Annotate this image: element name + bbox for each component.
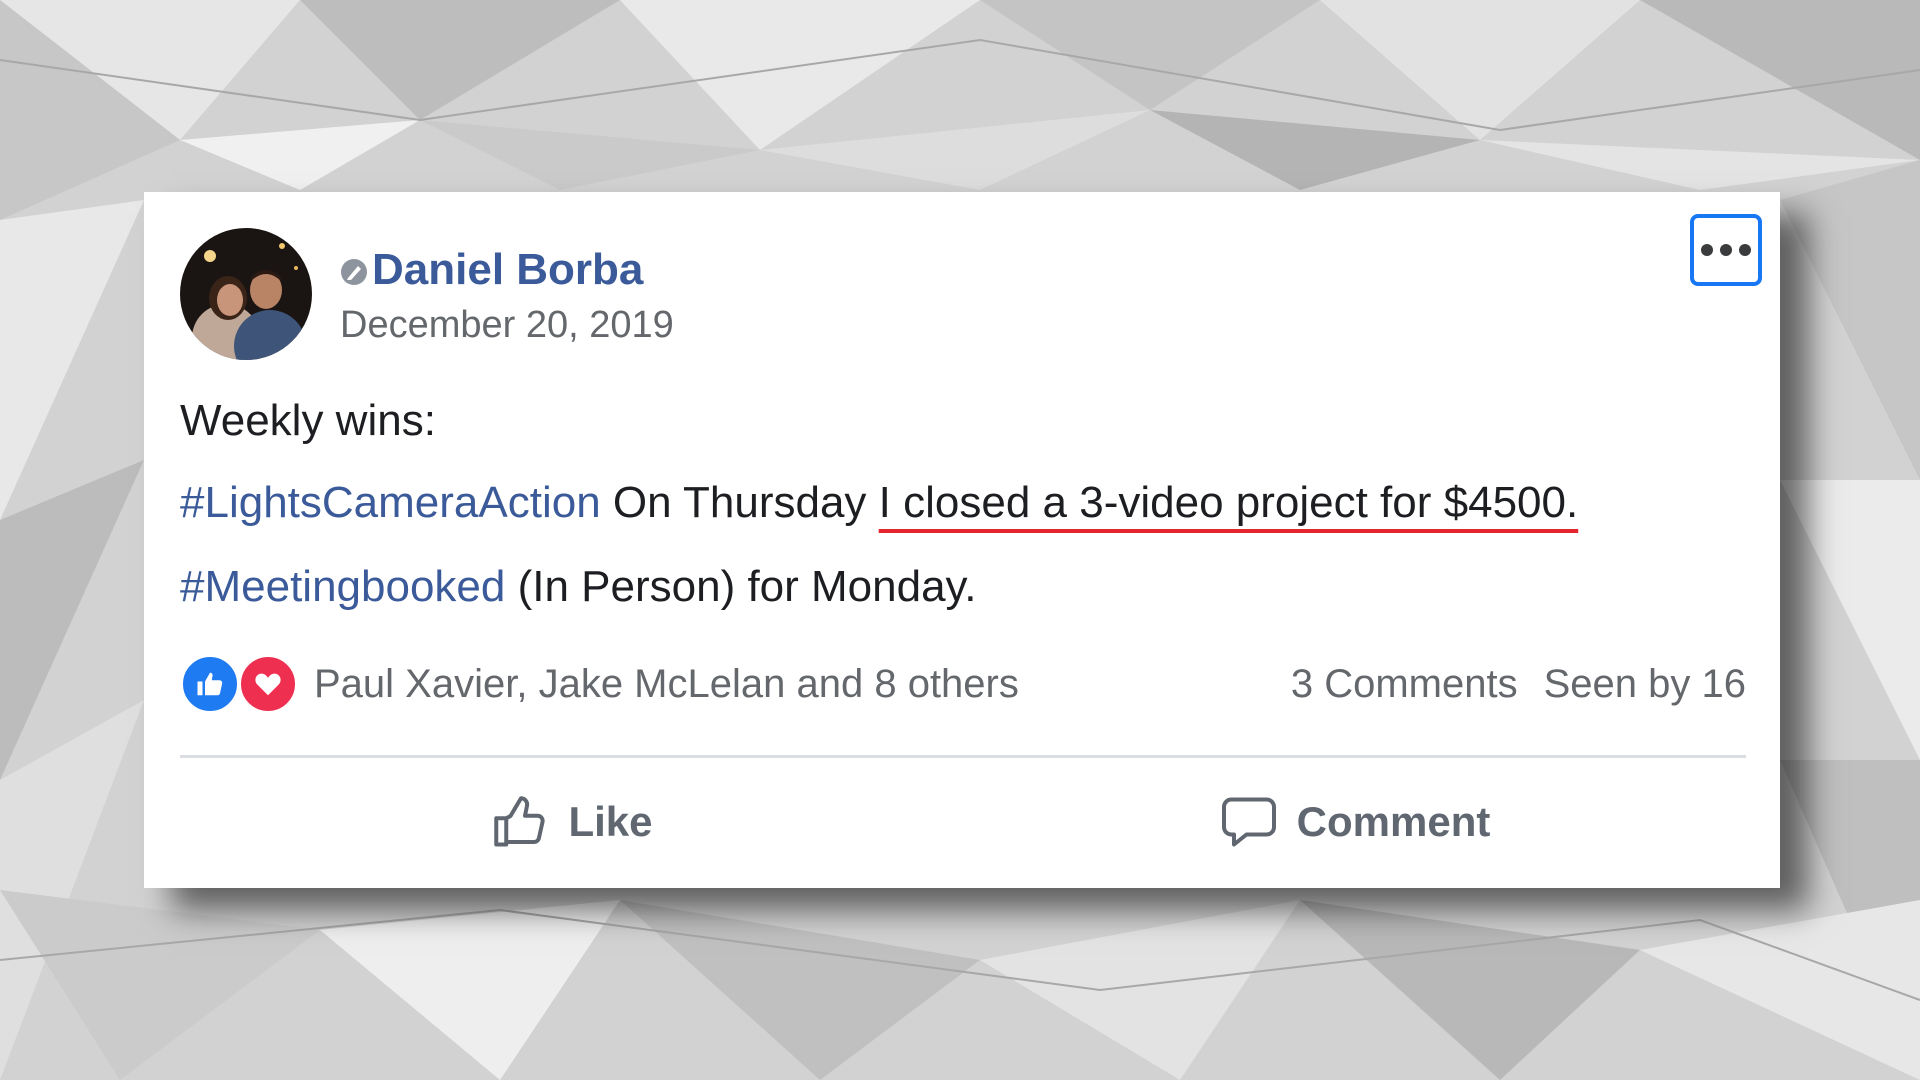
post-date[interactable]: December 20, 2019 [340, 304, 674, 347]
post-text-line: #LightsCameraAction On Thursday I closed… [180, 478, 1578, 528]
like-icon [180, 654, 240, 714]
more-dot-icon [1720, 244, 1732, 256]
comments-count-link[interactable]: 3 Comments [1291, 662, 1518, 707]
comment-icon [1221, 797, 1276, 847]
post-stats: 3 Comments Seen by 16 [1291, 662, 1746, 707]
author-name-link[interactable]: Daniel Borba [372, 245, 643, 295]
hashtag-link[interactable]: #LightsCameraAction [180, 478, 601, 527]
comment-button[interactable]: Comment [963, 772, 1746, 872]
more-dot-icon [1701, 244, 1713, 256]
hashtag-link[interactable]: #Meetingbooked [180, 562, 505, 611]
more-dot-icon [1739, 244, 1751, 256]
post-text: (In Person) for Monday. [505, 562, 977, 611]
post-text: On Thursday [600, 478, 879, 527]
more-options-button[interactable] [1690, 214, 1762, 286]
reaction-icons[interactable] [180, 652, 302, 716]
post-card: Daniel Borba December 20, 2019 Weekly wi… [144, 192, 1780, 888]
thumbs-up-icon [494, 796, 546, 847]
like-button-label: Like [568, 798, 653, 845]
moderator-badge-icon [341, 259, 367, 285]
author-row: Daniel Borba [340, 242, 643, 298]
like-button[interactable]: Like [180, 772, 963, 872]
avatar[interactable] [180, 228, 312, 360]
post-text-line: Weekly wins: [180, 396, 436, 445]
reactions-summary: Paul Xavier, Jake McLelan and 8 others 3… [180, 652, 1746, 716]
love-icon [238, 654, 298, 714]
post-actions: Like Comment [180, 772, 1746, 872]
seen-by-link[interactable]: Seen by 16 [1544, 662, 1746, 707]
divider [180, 755, 1746, 758]
reactors-link[interactable]: Paul Xavier, Jake McLelan and 8 others [314, 662, 1019, 707]
post-text-line: #Meetingbooked (In Person) for Monday. [180, 562, 977, 612]
highlighted-text: I closed a 3-video project for $4500. [878, 478, 1579, 527]
comment-button-label: Comment [1296, 798, 1491, 845]
